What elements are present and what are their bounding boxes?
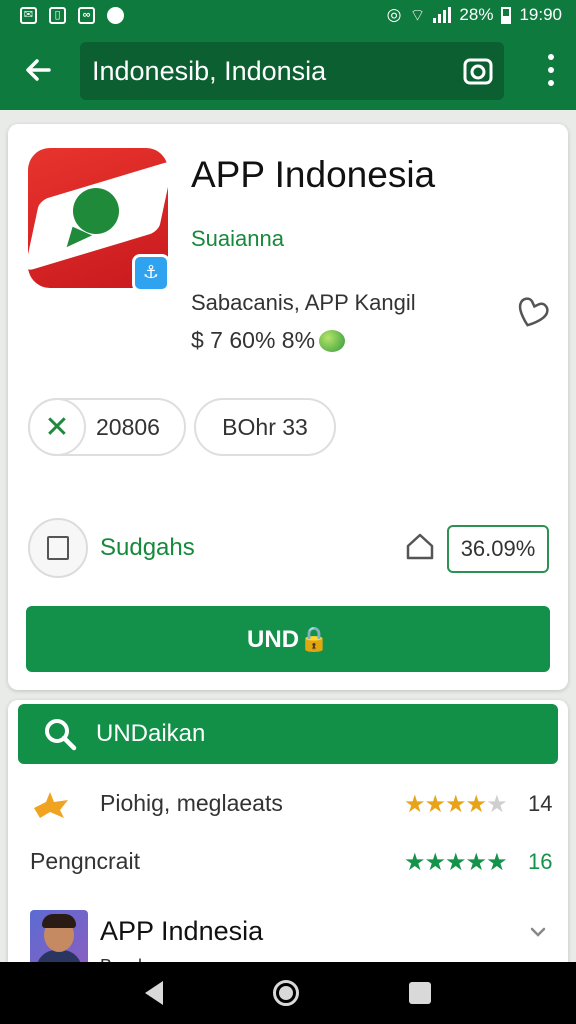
app-details-card: ⚓ APP Indonesia Suaianna Sabacanis, APP … bbox=[8, 124, 568, 690]
dot-icon bbox=[548, 80, 554, 86]
battery-icon bbox=[501, 6, 512, 24]
clock: 19:90 bbox=[519, 5, 562, 24]
dot-icon bbox=[548, 67, 554, 73]
chip-downloads[interactable]: ✕ 20806 bbox=[28, 398, 186, 456]
app-bar: Indonesib, Indonsia bbox=[0, 30, 576, 110]
percent-box[interactable]: 36.09% bbox=[447, 525, 549, 573]
star-rating-icon: ★★★★★ bbox=[404, 791, 508, 818]
developer-link[interactable]: Suaianna bbox=[191, 226, 284, 252]
star-rating-icon: ★★★★★ bbox=[404, 849, 508, 876]
wifi-icon: ⌔ bbox=[409, 5, 426, 25]
install-button-label: UND🔒 bbox=[247, 625, 329, 653]
save-row: Sudgahs 36.09% bbox=[28, 516, 549, 580]
section-search-bar[interactable]: UNDaikan bbox=[18, 704, 558, 764]
hand-icon bbox=[34, 792, 68, 818]
overflow-menu-button[interactable] bbox=[546, 54, 556, 86]
link-icon: ∞ bbox=[78, 6, 95, 24]
app-logo-icon: ⚓ bbox=[24, 148, 174, 292]
rating-row[interactable]: Pengncrait ★★★★★ 16 bbox=[8, 840, 568, 886]
nav-recents-icon[interactable] bbox=[409, 982, 431, 1004]
back-button[interactable] bbox=[8, 40, 68, 100]
save-label[interactable]: Sudgahs bbox=[100, 534, 195, 562]
close-icon: ✕ bbox=[28, 398, 86, 456]
status-system-icons: ◎ ⌔ 28% 19:90 bbox=[387, 5, 562, 26]
sim-icon: ✉ bbox=[20, 6, 37, 24]
nav-back-icon[interactable] bbox=[145, 981, 163, 1005]
dot-icon bbox=[107, 6, 124, 24]
signal-icon bbox=[433, 7, 452, 23]
phone-icon: ▯ bbox=[49, 6, 66, 24]
rating-value: 14 bbox=[528, 791, 553, 816]
profile-name: APP Indnesia bbox=[100, 916, 264, 946]
verified-badge-icon: ⚓ bbox=[132, 254, 170, 292]
app-subtitle: Sabacanis, APP Kangil bbox=[191, 290, 416, 315]
system-nav-bar bbox=[0, 962, 576, 1024]
install-button[interactable]: UND🔒 bbox=[26, 606, 550, 672]
percent-value: 36.09% bbox=[460, 536, 536, 561]
search-icon bbox=[45, 719, 77, 751]
dot-icon bbox=[548, 54, 554, 60]
section-search-label: UNDaikan bbox=[96, 720, 206, 747]
wishlist-heart-icon[interactable] bbox=[514, 296, 550, 330]
status-bar: ✉ ▯ ∞ ◎ ⌔ 28% 19:90 bbox=[0, 0, 576, 30]
chevron-down-icon[interactable] bbox=[528, 922, 548, 942]
rating-label: Pengncrait bbox=[30, 848, 140, 874]
alarm-icon: ◎ bbox=[386, 5, 402, 24]
chip-info[interactable]: BOhr 33 bbox=[194, 398, 336, 456]
avatar bbox=[30, 910, 88, 968]
ratings-card: UNDaikan Piohig, meglaeats ★★★★★ 14 Peng… bbox=[8, 700, 568, 970]
leaf-icon bbox=[319, 329, 346, 352]
status-notification-icons: ✉ ▯ ∞ bbox=[20, 6, 124, 24]
rating-label: Piohig, meglaeats bbox=[100, 790, 283, 816]
search-query-text: Indonesib, Indonsia bbox=[92, 55, 327, 86]
profile-row[interactable]: APP Indnesia Bandung bbox=[8, 906, 568, 970]
rating-row[interactable]: Piohig, meglaeats ★★★★★ 14 bbox=[8, 782, 568, 828]
save-icon[interactable] bbox=[28, 518, 88, 578]
chip-label: BOhr 33 bbox=[222, 413, 308, 440]
rating-value: 16 bbox=[528, 849, 553, 874]
camera-icon[interactable] bbox=[462, 55, 494, 87]
home-icon[interactable] bbox=[404, 530, 436, 562]
chip-label: 20806 bbox=[96, 413, 160, 440]
search-field[interactable]: Indonesib, Indonsia bbox=[80, 42, 504, 100]
price-text: $ 7 60% 8% bbox=[191, 327, 316, 353]
arrow-left-icon bbox=[26, 59, 51, 81]
price-line: $ 7 60% 8% bbox=[191, 327, 346, 354]
battery-percent: 28% bbox=[459, 5, 494, 24]
nav-home-icon[interactable] bbox=[273, 980, 299, 1006]
app-title: APP Indonesia bbox=[191, 154, 436, 195]
